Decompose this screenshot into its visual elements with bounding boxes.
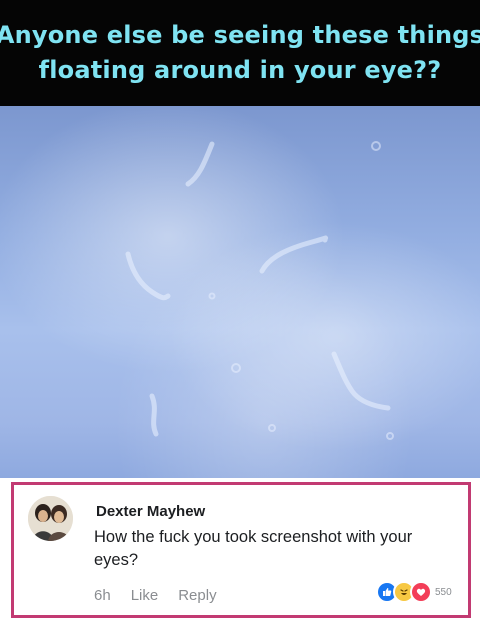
like-button[interactable]: Like	[131, 587, 159, 604]
comment-text: How the fuck you took screenshot with yo…	[94, 528, 413, 569]
floater-strand	[259, 235, 329, 274]
comment-author[interactable]: Dexter Mayhew	[96, 503, 205, 520]
floater-strand	[331, 351, 391, 411]
floater-strand	[185, 141, 215, 187]
caption-line-1: Anyone else be seeing these things	[0, 21, 480, 49]
floater-dot	[231, 363, 241, 373]
reaction-count: 550	[435, 586, 452, 598]
avatar[interactable]	[28, 496, 73, 541]
facebook-comment: Dexter Mayhew How the fuck you took scre…	[11, 482, 471, 618]
floater-dot	[371, 141, 381, 151]
comment-actions: 6h Like Reply	[94, 587, 217, 604]
profile-photo	[28, 496, 73, 541]
floater-dot	[208, 292, 216, 300]
meme-caption: Anyone else be seeing these things float…	[0, 0, 480, 106]
floaters-overlay	[125, 141, 394, 440]
floater-strand	[149, 393, 159, 437]
floater-strand	[125, 251, 171, 301]
caption-line-2: floating around in your eye??	[38, 56, 442, 84]
floater-dot	[386, 432, 394, 440]
reaction-summary[interactable]: 550	[376, 581, 452, 603]
reply-button[interactable]: Reply	[178, 587, 216, 604]
love-icon	[410, 581, 432, 603]
sky-photo	[0, 106, 480, 478]
floater-dot	[268, 424, 276, 432]
comment-timestamp: 6h	[94, 587, 111, 604]
